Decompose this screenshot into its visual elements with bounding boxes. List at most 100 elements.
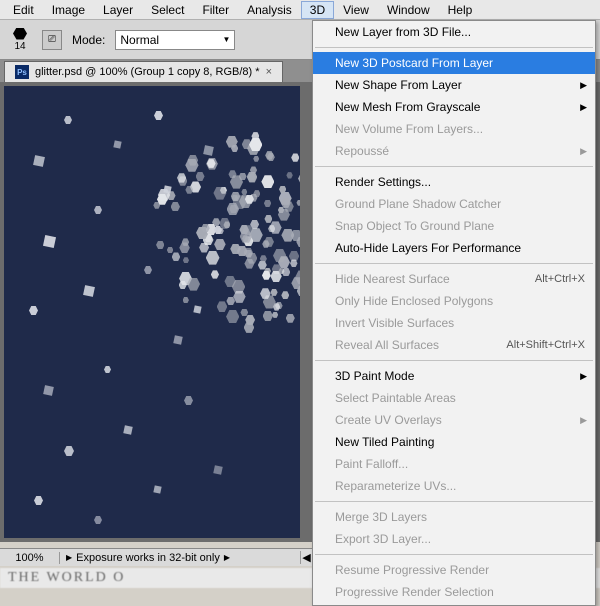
menu-item-label: Reparameterize UVs... bbox=[335, 479, 456, 493]
menu-item-progressive-render-selection: Progressive Render Selection bbox=[313, 581, 595, 603]
menu-image[interactable]: Image bbox=[43, 1, 94, 19]
submenu-arrow-icon: ▶ bbox=[580, 146, 587, 157]
menu-item-new-mesh-from-grayscale[interactable]: New Mesh From Grayscale ▶ bbox=[313, 96, 595, 118]
menu-item-new-volume-from-layers: New Volume From Layers... bbox=[313, 118, 595, 140]
triangle-right-icon: ▶ bbox=[224, 553, 230, 562]
glitter-dot bbox=[173, 335, 182, 344]
photoshop-file-icon: Ps bbox=[15, 65, 29, 79]
menu-bar: EditImageLayerSelectFilterAnalysis3DView… bbox=[0, 0, 600, 20]
glitter-dot bbox=[64, 116, 72, 124]
glitter-dot bbox=[123, 425, 132, 434]
menu-item-create-uv-overlays: Create UV Overlays▶ bbox=[313, 409, 595, 431]
menu-item-new-tiled-painting[interactable]: New Tiled Painting bbox=[313, 431, 595, 453]
glitter-dot bbox=[43, 385, 54, 396]
menu-item-label: Paint Falloff... bbox=[335, 457, 408, 471]
glitter-dot bbox=[33, 155, 45, 167]
menu-item-label: New Shape From Layer bbox=[335, 78, 462, 92]
glitter-dot bbox=[29, 306, 38, 315]
glitter-dot bbox=[64, 446, 74, 456]
menu-item-label: Auto-Hide Layers For Performance bbox=[335, 241, 521, 255]
menu-item-label: Progressive Render Selection bbox=[335, 585, 494, 599]
glitter-dot bbox=[43, 235, 56, 248]
brush-preset-picker[interactable]: 14 bbox=[8, 28, 32, 52]
chevron-down-icon: ▼ bbox=[222, 35, 230, 44]
menu-item-merge-3d-layers: Merge 3D Layers bbox=[313, 506, 595, 528]
glitter-dot bbox=[184, 396, 193, 405]
menu-layer[interactable]: Layer bbox=[94, 1, 142, 19]
menu-item-label: Only Hide Enclosed Polygons bbox=[335, 294, 493, 308]
submenu-arrow-icon: ▶ bbox=[580, 80, 587, 91]
menu-help[interactable]: Help bbox=[439, 1, 482, 19]
document-tab[interactable]: Ps glitter.psd @ 100% (Group 1 copy 8, R… bbox=[4, 61, 283, 82]
hexagon-brush-icon bbox=[13, 28, 27, 40]
status-bar: 100% ▶ Exposure works in 32-bit only ▶ ◀ bbox=[0, 548, 312, 566]
blend-mode-select[interactable]: Normal ▼ bbox=[115, 30, 235, 50]
menu-item-invert-visible-surfaces: Invert Visible Surfaces bbox=[313, 312, 595, 334]
menu-item-ground-plane-shadow-catcher: Ground Plane Shadow Catcher bbox=[313, 193, 595, 215]
menu-item-label: Reveal All Surfaces bbox=[335, 338, 439, 352]
scroll-left-icon[interactable]: ◀ bbox=[300, 551, 312, 564]
menu-item-3d-paint-mode[interactable]: 3D Paint Mode▶ bbox=[313, 365, 595, 387]
glitter-dot bbox=[163, 185, 171, 193]
menu-item-label: Repoussé bbox=[335, 144, 389, 158]
document-tab-title: glitter.psd @ 100% (Group 1 copy 8, RGB/… bbox=[35, 66, 260, 78]
menu-item-label: Select Paintable Areas bbox=[335, 391, 456, 405]
menu-separator bbox=[315, 166, 593, 167]
menu-separator bbox=[315, 47, 593, 48]
status-message-area[interactable]: ▶ Exposure works in 32-bit only ▶ bbox=[60, 552, 300, 564]
menu-item-reveal-all-surfaces: Reveal All Surfaces Alt+Shift+Ctrl+X bbox=[313, 334, 595, 356]
menu-separator bbox=[315, 501, 593, 502]
submenu-arrow-icon: ▶ bbox=[580, 371, 587, 382]
menu-item-label: Export 3D Layer... bbox=[335, 532, 431, 546]
menu-item-label: New Layer from 3D File... bbox=[335, 25, 471, 39]
status-message: Exposure works in 32-bit only bbox=[76, 552, 220, 564]
menu-item-resume-progressive-render: Resume Progressive Render bbox=[313, 559, 595, 581]
document-canvas[interactable] bbox=[4, 86, 300, 538]
menu-item-label: Ground Plane Shadow Catcher bbox=[335, 197, 501, 211]
submenu-arrow-icon: ▶ bbox=[580, 102, 587, 113]
menu-item-new-shape-from-layer[interactable]: New Shape From Layer ▶ bbox=[313, 74, 595, 96]
menu-item-hide-nearest-surface: Hide Nearest SurfaceAlt+Ctrl+X bbox=[313, 268, 595, 290]
menu-item-export-3d-layer: Export 3D Layer... bbox=[313, 528, 595, 550]
menu-item-only-hide-enclosed-polygons: Only Hide Enclosed Polygons bbox=[313, 290, 595, 312]
menu-separator bbox=[315, 263, 593, 264]
menu-item-label: Render Settings... bbox=[335, 175, 431, 189]
glitter-dot bbox=[83, 285, 95, 297]
menu-shortcut: Alt+Shift+Ctrl+X bbox=[506, 339, 585, 351]
glitter-dot bbox=[104, 366, 111, 373]
menu-item-new-3d-postcard-from-layer[interactable]: New 3D Postcard From Layer bbox=[313, 52, 595, 74]
menu-separator bbox=[315, 554, 593, 555]
menu-item-select-paintable-areas: Select Paintable Areas bbox=[313, 387, 595, 409]
brush-panel-toggle[interactable]: ⎚ bbox=[42, 30, 62, 50]
menu-select[interactable]: Select bbox=[142, 1, 193, 19]
glitter-dot bbox=[94, 206, 102, 214]
menu-item-new-layer-from-3d-file[interactable]: New Layer from 3D File... bbox=[313, 21, 595, 43]
menu-item-label: New Tiled Painting bbox=[335, 435, 434, 449]
submenu-arrow-icon: ▶ bbox=[580, 415, 587, 426]
close-icon[interactable]: × bbox=[266, 66, 272, 78]
menu-item-label: New 3D Postcard From Layer bbox=[335, 56, 493, 70]
menu-view[interactable]: View bbox=[334, 1, 378, 19]
zoom-level[interactable]: 100% bbox=[0, 552, 60, 564]
blend-mode-value: Normal bbox=[120, 33, 159, 47]
menu-item-label: Snap Object To Ground Plane bbox=[335, 219, 494, 233]
menu-item-reparameterize-uvs: Reparameterize UVs... bbox=[313, 475, 595, 497]
menu-3d[interactable]: 3D bbox=[301, 1, 334, 19]
mode-label: Mode: bbox=[72, 33, 105, 47]
menu-edit[interactable]: Edit bbox=[4, 1, 43, 19]
menu-item-label: New Volume From Layers... bbox=[335, 122, 483, 136]
menu-item-snap-object-to-ground-plane: Snap Object To Ground Plane bbox=[313, 215, 595, 237]
menu-item-auto-hide-layers-for-performance[interactable]: Auto-Hide Layers For Performance bbox=[313, 237, 595, 259]
menu-filter[interactable]: Filter bbox=[193, 1, 238, 19]
menu-analysis[interactable]: Analysis bbox=[238, 1, 301, 19]
menu-item-label: Hide Nearest Surface bbox=[335, 272, 450, 286]
menu-window[interactable]: Window bbox=[378, 1, 439, 19]
menu-item-render-settings[interactable]: Render Settings... bbox=[313, 171, 595, 193]
menu-item-repouss: Repoussé ▶ bbox=[313, 140, 595, 162]
menu-item-label: New Mesh From Grayscale bbox=[335, 100, 480, 114]
triangle-right-icon: ▶ bbox=[66, 553, 72, 562]
menu-3d-dropdown: New Layer from 3D File... New 3D Postcard… bbox=[312, 20, 596, 606]
glitter-dot bbox=[34, 496, 43, 505]
brush-size-label: 14 bbox=[14, 41, 25, 52]
menu-item-paint-falloff: Paint Falloff... bbox=[313, 453, 595, 475]
